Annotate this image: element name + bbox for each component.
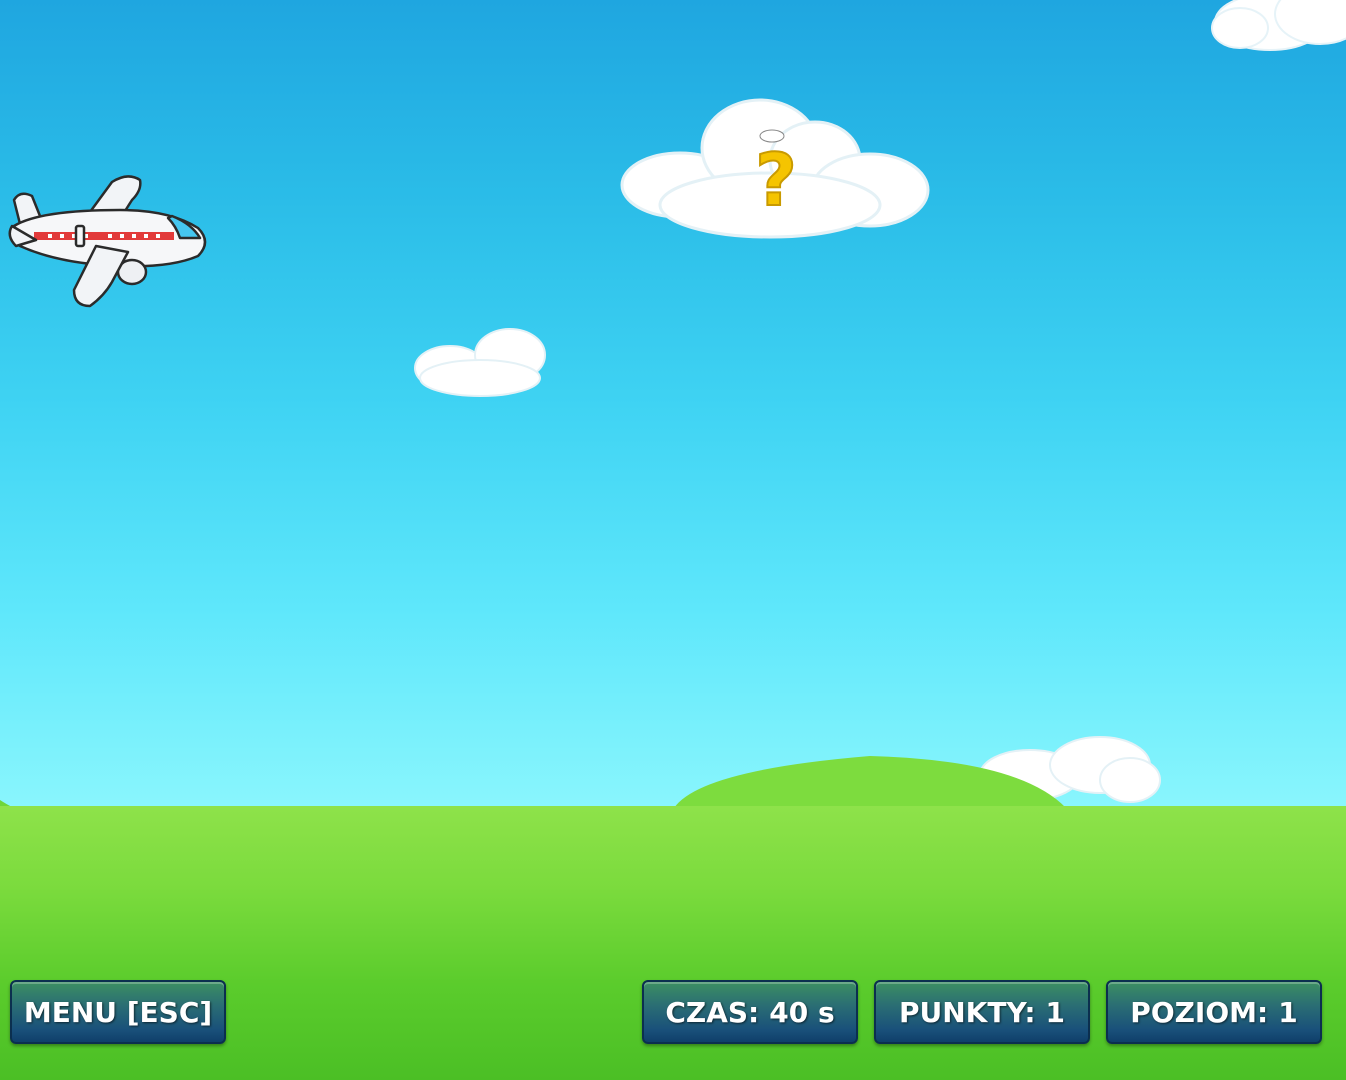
time-display: CZAS: 40 s [642, 980, 858, 1044]
level-display: POZIOM: 1 [1106, 980, 1322, 1044]
question-mark-icon: ? [755, 138, 797, 222]
time-value: 40 s [769, 995, 835, 1029]
points-label: PUNKTY: [898, 995, 1036, 1029]
cloud-small-icon [414, 328, 546, 397]
time-label: CZAS: [665, 995, 760, 1029]
cloud-top-right-icon [1211, 0, 1346, 51]
level-label: POZIOM: [1130, 995, 1269, 1029]
question-cloud-icon[interactable]: ? [620, 98, 930, 239]
menu-button[interactable]: MENU [ESC] [10, 980, 226, 1044]
points-display: PUNKTY: 1 [874, 980, 1090, 1044]
level-value: 1 [1278, 995, 1298, 1029]
points-value: 1 [1045, 995, 1065, 1029]
airplane-icon [8, 175, 207, 308]
menu-button-label: MENU [ESC] [23, 995, 213, 1029]
